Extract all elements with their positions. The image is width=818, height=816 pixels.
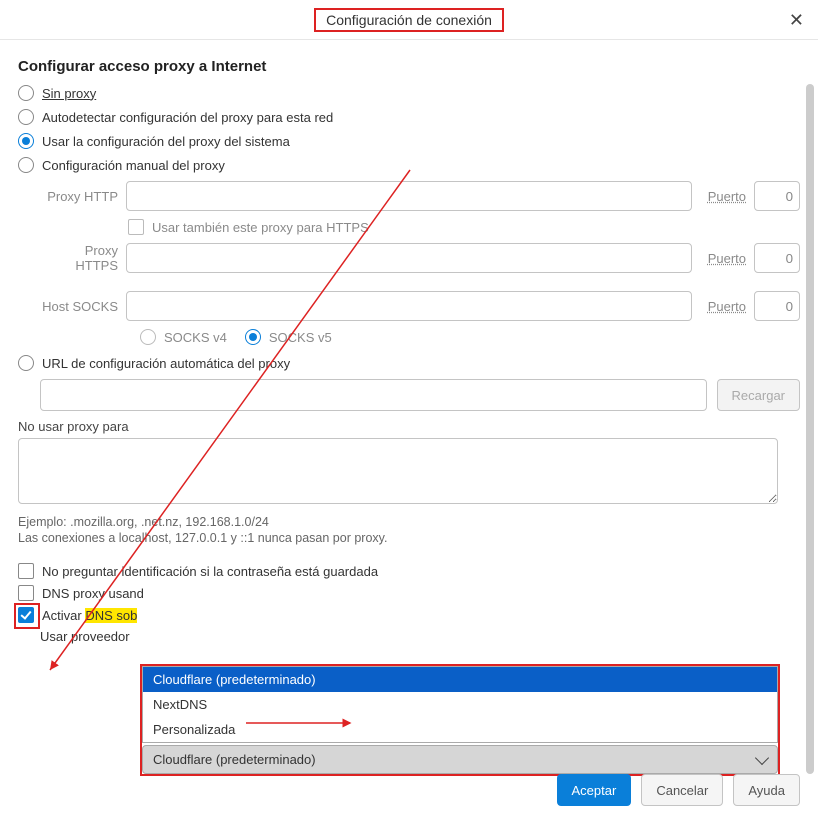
radio-system[interactable]: Usar la configuración del proxy del sist… — [18, 133, 800, 149]
provider-option-custom[interactable]: Personalizada — [143, 717, 777, 742]
help-button[interactable]: Ayuda — [733, 774, 800, 806]
socks-host-label: Host SOCKS — [40, 299, 118, 314]
no-proxy-example: Ejemplo: .mozilla.org, .net.nz, 192.168.… — [18, 515, 800, 529]
provider-option-cloudflare[interactable]: Cloudflare (predeterminado) — [143, 667, 777, 692]
section-heading: Configurar acceso proxy a Internet — [18, 58, 800, 75]
cancel-button[interactable]: Cancelar — [641, 774, 723, 806]
https-proxy-label: Proxy HTTPS — [40, 243, 118, 273]
no-proxy-label: No usar proxy para — [18, 419, 800, 434]
also-https-checkbox[interactable] — [128, 219, 144, 235]
radio-socks5[interactable]: SOCKS v5 — [245, 329, 332, 345]
radio-socks5-label: SOCKS v5 — [269, 330, 332, 345]
close-icon[interactable]: ✕ — [789, 10, 804, 31]
radio-autodetect-label: Autodetectar configuración del proxy par… — [42, 110, 333, 125]
provider-option-nextdns[interactable]: NextDNS — [143, 692, 777, 717]
doh-label: Activar DNS sob — [42, 608, 137, 623]
no-prompt-label: No preguntar identificación si la contra… — [42, 564, 378, 579]
auto-url-input[interactable] — [40, 379, 707, 411]
radio-socks4-label: SOCKS v4 — [164, 330, 227, 345]
dialog-title: Configuración de conexión — [314, 8, 504, 32]
no-proxy-note: Las conexiones a localhost, 127.0.0.1 y … — [18, 531, 800, 545]
socks-host-row: Host SOCKS Puerto — [40, 291, 800, 321]
provider-label: Usar proveedor — [40, 629, 130, 644]
radio-no-proxy-label: Sin proxy — [42, 86, 96, 101]
radio-auto-url[interactable]: URL de configuración automática del prox… — [18, 355, 800, 371]
socks-host-input[interactable] — [126, 291, 692, 321]
dns-proxy-checkbox[interactable] — [18, 585, 34, 601]
http-proxy-label: Proxy HTTP — [40, 189, 118, 204]
no-proxy-textarea[interactable] — [18, 438, 778, 504]
provider-listbox[interactable]: Cloudflare (predeterminado) NextDNS Pers… — [142, 666, 778, 743]
provider-select-value: Cloudflare (predeterminado) — [153, 752, 316, 767]
https-proxy-row: Proxy HTTPS Puerto — [40, 243, 800, 273]
http-proxy-row: Proxy HTTP Puerto — [40, 181, 800, 211]
no-prompt-checkbox[interactable] — [18, 563, 34, 579]
radio-system-label: Usar la configuración del proxy del sist… — [42, 134, 290, 149]
radio-autodetect[interactable]: Autodetectar configuración del proxy par… — [18, 109, 800, 125]
socks-port-input[interactable] — [754, 291, 800, 321]
radio-manual-label: Configuración manual del proxy — [42, 158, 225, 173]
reload-button[interactable]: Recargar — [717, 379, 800, 411]
https-port-input[interactable] — [754, 243, 800, 273]
https-proxy-input[interactable] — [126, 243, 692, 273]
ok-button[interactable]: Aceptar — [557, 774, 632, 806]
dns-proxy-label: DNS proxy usand — [42, 586, 144, 601]
http-proxy-input[interactable] — [126, 181, 692, 211]
socks-port-label: Puerto — [708, 299, 746, 314]
scrollbar[interactable] — [806, 84, 814, 774]
title-bar: Configuración de conexión ✕ — [0, 0, 818, 40]
radio-socks4[interactable]: SOCKS v4 — [140, 329, 227, 345]
https-port-label: Puerto — [708, 251, 746, 266]
radio-no-proxy[interactable]: Sin proxy — [18, 85, 800, 101]
also-https-label: Usar también este proxy para HTTPS — [152, 220, 369, 235]
http-port-label: Puerto — [708, 189, 746, 204]
chevron-down-icon — [755, 750, 769, 764]
provider-select[interactable]: Cloudflare (predeterminado) — [142, 745, 778, 774]
http-port-input[interactable] — [754, 181, 800, 211]
provider-dropdown-area: Cloudflare (predeterminado) NextDNS Pers… — [140, 664, 780, 776]
radio-auto-url-label: URL de configuración automática del prox… — [42, 356, 290, 371]
radio-manual[interactable]: Configuración manual del proxy — [18, 157, 800, 173]
